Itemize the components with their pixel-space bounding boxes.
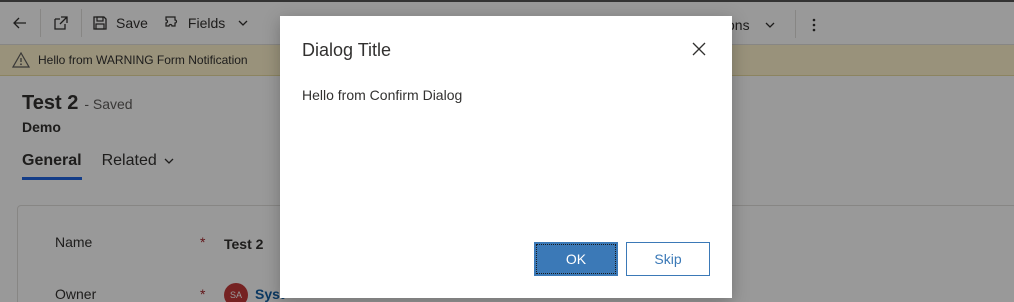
skip-button[interactable]: Skip xyxy=(626,242,710,276)
close-icon xyxy=(692,42,706,56)
close-button[interactable] xyxy=(692,42,708,58)
ok-button[interactable]: OK xyxy=(534,242,618,276)
dialog-title: Dialog Title xyxy=(302,40,392,60)
dialog-message: Hello from Confirm Dialog xyxy=(302,87,463,103)
confirm-dialog: Dialog Title Hello from Confirm Dialog O… xyxy=(280,16,732,298)
